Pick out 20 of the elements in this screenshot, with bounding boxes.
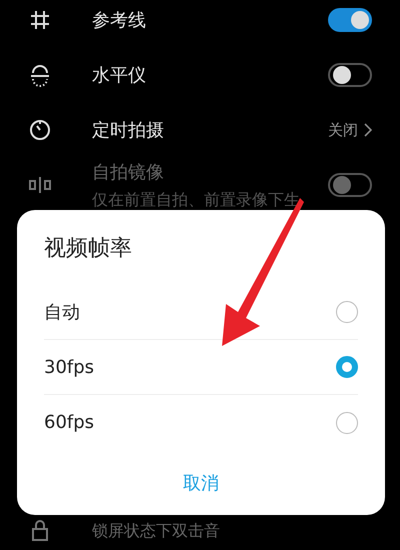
toggle-switch[interactable] (328, 63, 372, 87)
setting-title: 自拍镜像 (92, 160, 164, 184)
timer-icon (28, 118, 52, 142)
setting-title: 水平仪 (92, 64, 146, 88)
option-label: 30fps (44, 356, 94, 380)
radio-button[interactable] (336, 301, 358, 323)
setting-value: 关闭 (328, 120, 358, 141)
setting-title: 锁屏状态下双击音 (92, 520, 220, 542)
dialog-title: 视频帧率 (44, 235, 132, 263)
setting-title: 定时拍摄 (92, 118, 164, 142)
setting-title: 参考线 (92, 8, 146, 32)
toggle-switch[interactable] (328, 8, 372, 32)
level-icon (28, 63, 52, 87)
radio-button[interactable] (336, 356, 358, 378)
radio-button[interactable] (336, 412, 358, 434)
option-label: 自动 (44, 300, 80, 324)
grid-icon (28, 8, 52, 32)
cancel-button[interactable]: 取消 (159, 466, 243, 501)
chevron-icon (364, 123, 372, 137)
option-label: 60fps (44, 411, 94, 435)
